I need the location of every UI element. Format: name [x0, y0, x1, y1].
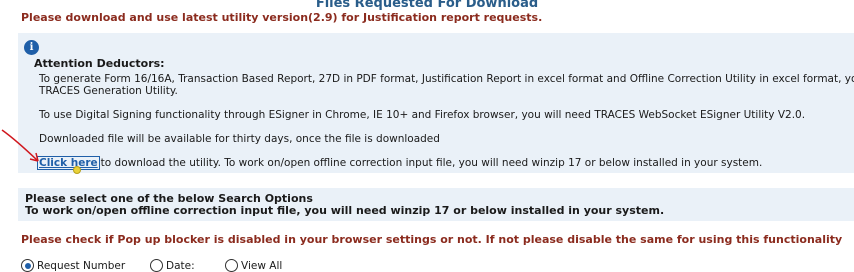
download-utility-text: to download the utility. To work on/open… [100, 157, 763, 169]
attention-line-utility: TRACES Generation Utility. [39, 85, 178, 97]
popup-blocker-warning: Please check if Pop up blocker is disabl… [21, 233, 843, 246]
search-options-subtitle: To work on/open offline correction input… [25, 204, 665, 217]
mouse-cursor-icon [73, 166, 81, 174]
radio-view-all[interactable] [225, 259, 238, 272]
red-arrow-icon [1, 129, 39, 162]
radio-date-label: Date: [166, 260, 195, 272]
radio-request-number-label: Request Number [37, 260, 126, 272]
click-here-link[interactable]: Click here [37, 156, 100, 170]
attention-line-download: Click here to download the utility. To wo… [37, 156, 763, 170]
radio-view-all-label: View All [241, 260, 283, 272]
page-title: Files Requested For Download [315, 0, 539, 11]
info-icon: i [24, 40, 39, 55]
attention-line-forms: To generate Form 16/16A, Transaction Bas… [39, 73, 854, 85]
attention-line-availability: Downloaded file will be available for th… [39, 133, 440, 145]
attention-panel [18, 33, 854, 173]
radio-date[interactable] [150, 259, 163, 272]
radio-request-number[interactable] [21, 259, 34, 272]
attention-line-esigner: To use Digital Signing functionality thr… [39, 109, 806, 121]
download-note: Please download and use latest utility v… [21, 11, 543, 24]
attention-title: Attention Deductors: [34, 57, 165, 70]
